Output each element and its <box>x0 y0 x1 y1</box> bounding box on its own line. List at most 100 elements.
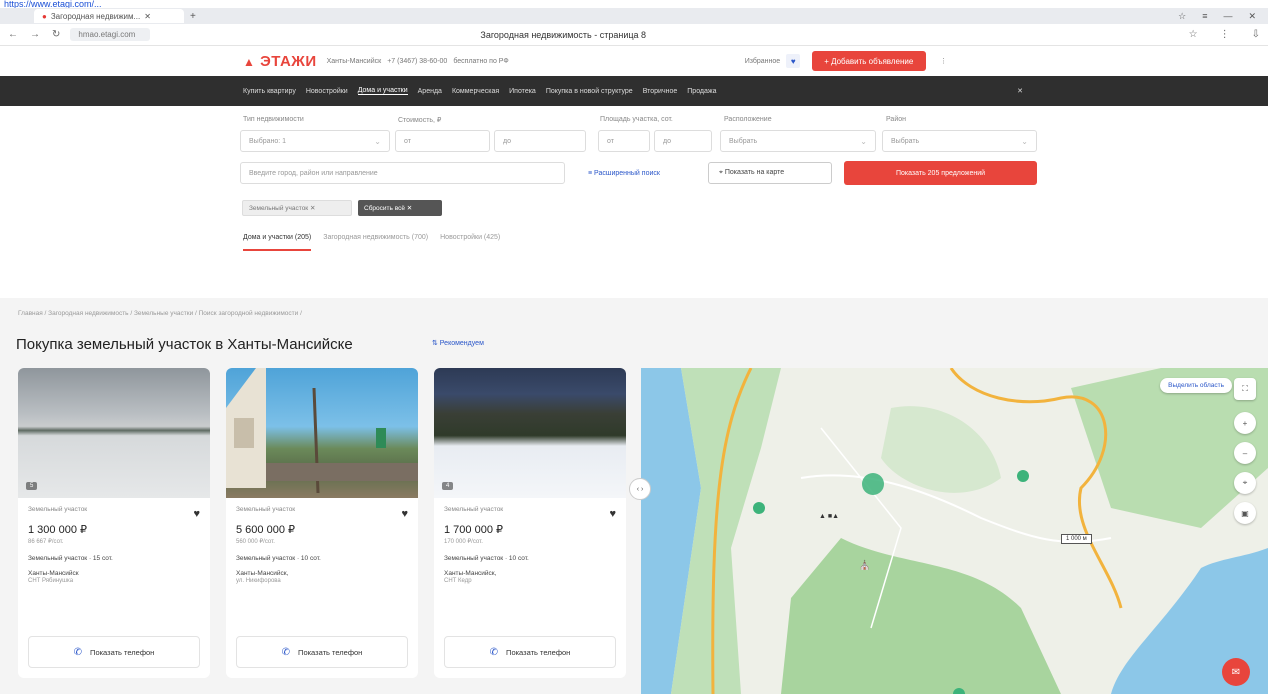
browser-tab[interactable]: ● Загородная недвижим... ✕ <box>34 9 184 23</box>
type-select[interactable]: Выбрано: 1 ⌄ <box>240 130 390 152</box>
nav-close-icon[interactable]: ✕ <box>1017 87 1023 95</box>
svg-text:⛪: ⛪ <box>859 559 870 570</box>
tab-close-icon[interactable]: ✕ <box>144 12 151 21</box>
nav-item-secondary[interactable]: Вторичное <box>643 88 678 95</box>
listing-photo[interactable]: 5 <box>18 368 210 498</box>
window-controls: ☆ ≡ — ✕ <box>1178 11 1268 22</box>
more-select[interactable]: Выбрать ⌄ <box>882 130 1037 152</box>
reload-icon[interactable]: ↻ <box>52 29 60 40</box>
add-listing-button[interactable]: + Добавить объявление <box>812 51 927 71</box>
nav-item-structure[interactable]: Покупка в новой структуре <box>546 88 633 95</box>
area-to-input[interactable]: до <box>654 130 712 152</box>
site-logo[interactable]: ▲ ЭТАЖИ <box>243 53 317 70</box>
tab-country[interactable]: Загородная недвижимость (700) <box>323 234 428 251</box>
map-panel[interactable]: ▲ ■▲ ⛪ Выделить область ⛶ + – ⌖ ▣ 1 000 … <box>641 368 1268 694</box>
more-label: Район <box>886 116 906 123</box>
map-canvas[interactable]: ▲ ■▲ ⛪ <box>641 368 1268 694</box>
price-per-unit: 560 000 ₽/сот. <box>236 539 275 545</box>
listing-description: Земельный участок · 10 сот. <box>236 555 321 562</box>
collapse-map-button[interactable]: ‹ › <box>629 478 651 500</box>
back-icon[interactable]: ← <box>8 29 18 40</box>
show-phone-button[interactable]: ✆ Показать телефон <box>444 636 616 668</box>
show-on-map-button[interactable]: ⌖ Показать на карте <box>708 162 832 184</box>
tab-newbuild[interactable]: Новостройки (425) <box>440 234 500 251</box>
layers-icon[interactable]: ▣ <box>1234 502 1256 524</box>
sort-link[interactable]: ⇅ Рекомендуем <box>432 339 484 347</box>
browser-tab-title: Загородная недвижим... <box>50 11 141 21</box>
listing-description: Земельный участок · 10 сот. <box>444 555 529 562</box>
listing-price: 1 300 000 ₽ <box>28 524 87 536</box>
breadcrumb[interactable]: Главная / Загородная недвижимость / Земе… <box>18 310 302 317</box>
select-area-button[interactable]: Выделить область <box>1160 378 1232 393</box>
price-from-input[interactable]: от <box>395 130 490 152</box>
header-phone[interactable]: +7 (3467) 38-60-00 <box>387 58 447 65</box>
phone-icon: ✆ <box>73 646 83 658</box>
nav-item-mortgage[interactable]: Ипотека <box>509 88 536 95</box>
listing-price: 5 600 000 ₽ <box>236 524 295 536</box>
listing-card[interactable]: 5 Земельный участок ♥ 1 300 000 ₽ 86 667… <box>18 368 210 678</box>
locate-icon[interactable]: ⌖ <box>1234 472 1256 494</box>
listing-price: 1 700 000 ₽ <box>444 524 503 536</box>
close-window-button[interactable]: ✕ <box>1248 11 1256 22</box>
download-icon[interactable]: ⇩ <box>1252 29 1260 40</box>
more-icon[interactable]: ⋮ <box>940 57 947 65</box>
star-icon[interactable]: ☆ <box>1189 29 1198 40</box>
listing-address: Ханты-Мансийск, <box>236 570 289 577</box>
type-label: Тип недвижимости <box>243 116 304 123</box>
bookmark-icon[interactable]: ☆ <box>1178 11 1186 22</box>
show-phone-button[interactable]: ✆ Показать телефон <box>28 636 200 668</box>
area-from-input[interactable]: от <box>598 130 650 152</box>
listing-description: Земельный участок · 15 сот. <box>28 555 113 562</box>
forward-icon[interactable]: → <box>30 29 40 40</box>
url-field[interactable]: hmao.etagi.com <box>70 28 151 41</box>
nav-item-buy[interactable]: Купить квартиру <box>243 88 296 95</box>
favicon-icon: ● <box>42 11 47 21</box>
search-input[interactable]: Введите город, район или направление <box>240 162 565 184</box>
tab-houses[interactable]: Дома и участки (205) <box>243 234 312 251</box>
zoom-in-button[interactable]: + <box>1234 412 1256 434</box>
show-results-button[interactable]: Показать 205 предложений <box>844 161 1037 185</box>
new-tab-button[interactable]: + <box>190 11 196 22</box>
nav-item-sale[interactable]: Продажа <box>687 88 716 95</box>
favorite-heart-icon[interactable]: ♥ <box>609 508 616 520</box>
minimize-button[interactable]: — <box>1223 11 1232 22</box>
extended-search-link[interactable]: ≡ Расширенный поиск <box>588 170 660 177</box>
photo-art <box>226 368 418 494</box>
listing-address-detail: ул. Никифорова <box>236 578 281 585</box>
favorite-heart-icon[interactable]: ♥ <box>193 508 200 520</box>
nav-item-new[interactable]: Новостройки <box>306 88 348 95</box>
reset-filters-chip[interactable]: Сбросить всё ✕ <box>358 200 442 216</box>
nav-item-rent[interactable]: Аренда <box>418 88 442 95</box>
listing-category: Земельный участок <box>28 506 88 513</box>
header-phone-note: бесплатно по РФ <box>453 57 509 65</box>
extensions-icon[interactable]: ⋮ <box>1220 29 1230 40</box>
listing-address: Ханты-Мансийск <box>28 570 79 577</box>
nav-item-commercial[interactable]: Коммерческая <box>452 88 499 95</box>
listing-category: Земельный участок <box>236 506 296 513</box>
district-select[interactable]: Выбрать ⌄ <box>720 130 876 152</box>
listing-card[interactable]: Земельный участок ♥ 5 600 000 ₽ 560 000 … <box>226 368 418 678</box>
zoom-out-button[interactable]: – <box>1234 442 1256 464</box>
show-phone-button[interactable]: ✆ Показать телефон <box>236 636 408 668</box>
chat-button[interactable]: ✉ <box>1222 658 1250 686</box>
result-tabs: Дома и участки (205) Загородная недвижим… <box>243 234 500 251</box>
favorites-link[interactable]: Избранное <box>745 58 780 65</box>
price-to-input[interactable]: до <box>494 130 586 152</box>
filter-chip[interactable]: Земельный участок ✕ <box>242 200 352 216</box>
city-selector[interactable]: Ханты-Мансийск <box>327 58 382 65</box>
page-title: Загородная недвижимость - страница 8 <box>480 29 647 40</box>
listing-card[interactable]: 4 Земельный участок ♥ 1 700 000 ₽ 170 00… <box>434 368 626 678</box>
area-label: Площадь участка, сот. <box>600 116 673 123</box>
favorite-heart-icon[interactable]: ♥ <box>401 508 408 520</box>
listing-photo[interactable]: 4 <box>434 368 626 498</box>
listing-photo[interactable] <box>226 368 418 498</box>
map-scale: 1 000 м <box>1061 534 1092 544</box>
filters-panel: Тип недвижимости Выбрано: 1 ⌄ Стоимость, … <box>0 106 1268 296</box>
top-link[interactable]: https://www.etagi.com/... <box>0 0 1268 8</box>
photo-count: 4 <box>442 482 454 490</box>
fullscreen-icon[interactable]: ⛶ <box>1234 378 1256 400</box>
heart-icon[interactable]: ♥ <box>786 54 801 68</box>
menu-icon[interactable]: ≡ <box>1202 11 1207 22</box>
nav-item-houses[interactable]: Дома и участки <box>357 87 408 95</box>
site-header: ▲ ЭТАЖИ Ханты-Мансийск +7 (3467) 38-60-0… <box>0 46 1268 76</box>
